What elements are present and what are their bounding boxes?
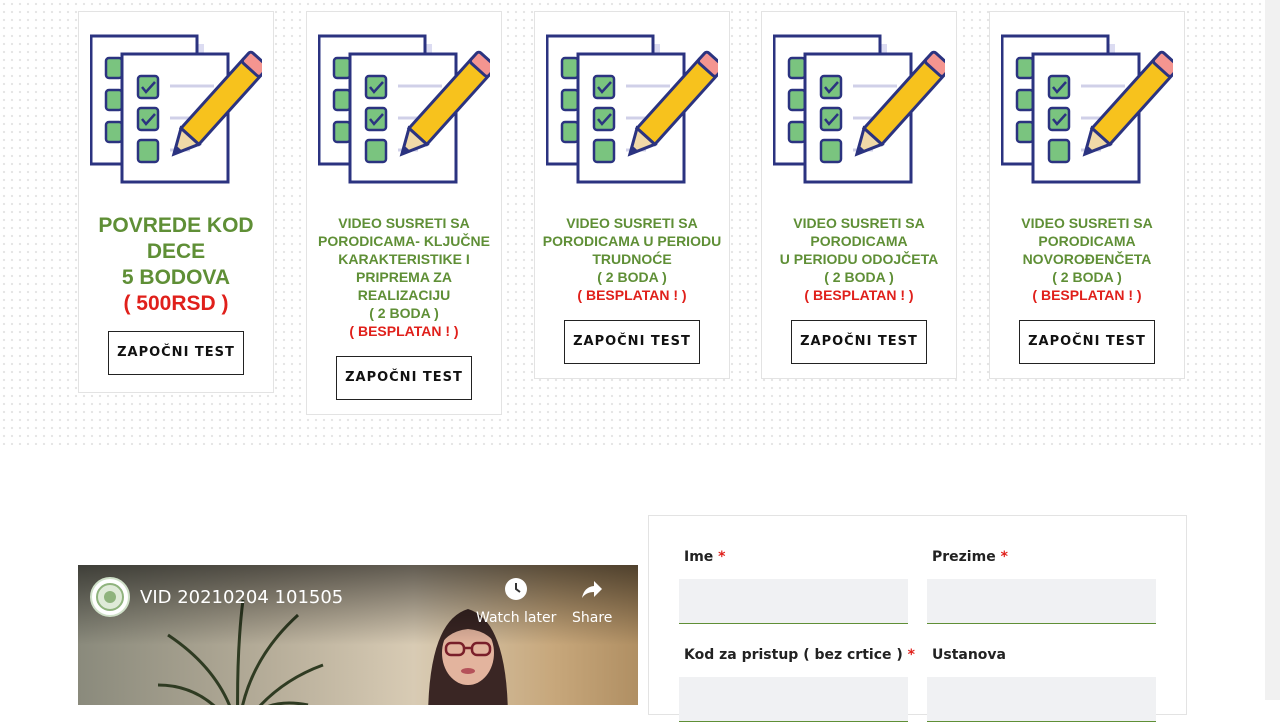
access-code-label-text: Kod za pristup ( bez crtice ) [684, 647, 903, 663]
last-name-input[interactable] [927, 579, 1156, 624]
start-test-button[interactable]: ZAPOČNI TEST [108, 331, 244, 375]
card-title-line: ( 2 BODA ) [369, 305, 439, 321]
registration-form: Ime * Prezime * Kod za pristup ( bez crt… [648, 515, 1187, 722]
card-title-line: PORODICAMA [810, 233, 908, 249]
share-arrow-icon [582, 581, 603, 598]
card-title-line: DECE [146, 240, 206, 263]
card-title-line: ( 2 BODA ) [597, 269, 667, 285]
card-title-line: PORODICAMA [1038, 233, 1136, 249]
first-name-label-text: Ime [684, 549, 714, 565]
test-card-1: POVREDE KOD DECE 5 BODOVA ( 500RSD ) ZAP… [78, 11, 274, 393]
start-test-button[interactable]: ZAPOČNI TEST [336, 356, 472, 400]
watch-later-button[interactable]: Watch later [476, 577, 556, 626]
card-price: ( BESPLATAN ! ) [1032, 287, 1142, 303]
test-card-4: VIDEO SUSRETI SA PORODICAMA U PERIODU OD… [761, 11, 957, 379]
card-price: ( BESPLATAN ! ) [577, 287, 687, 303]
institution-label: Ustanova [932, 647, 1006, 663]
start-test-button[interactable]: ZAPOČNI TEST [564, 320, 700, 364]
required-mark: * [907, 647, 915, 663]
required-mark: * [1000, 549, 1008, 565]
card-title-line: 5 BODOVA [121, 266, 231, 289]
checklist-pencil-icon [546, 34, 718, 184]
clock-icon [505, 578, 528, 600]
card-title-line: KARAKTERISTIKE I [338, 251, 470, 267]
card-title-line: U PERIODU ODOJČETA [779, 251, 939, 267]
card-price: ( BESPLATAN ! ) [804, 287, 914, 303]
share-button[interactable]: Share [572, 577, 612, 626]
checklist-pencil-icon [90, 34, 262, 184]
access-code-label: Kod za pristup ( bez crtice ) * [684, 647, 915, 663]
last-name-label: Prezime * [932, 549, 1008, 565]
card-title-line: VIDEO SUSRETI SA [793, 215, 925, 231]
card-price: ( BESPLATAN ! ) [349, 323, 459, 339]
test-card-5: VIDEO SUSRETI SA PORODICAMA NOVOROĐENČET… [989, 11, 1185, 379]
share-label: Share [572, 610, 613, 626]
card-title-line: ( 2 BODA ) [824, 269, 894, 285]
card-title-line: VIDEO SUSRETI SA [1021, 215, 1153, 231]
card-title-line: VIDEO SUSRETI SA [338, 215, 470, 231]
video-title[interactable]: VID 20210204 101505 [140, 587, 343, 608]
checklist-pencil-icon [773, 34, 945, 184]
channel-logo-icon[interactable] [90, 577, 130, 617]
card-title-line: TRUDNOĆE [592, 251, 672, 267]
checklist-pencil-icon [318, 34, 490, 184]
test-card-2: VIDEO SUSRETI SA PORODICAMA- KLJUČNE KAR… [306, 11, 502, 415]
test-card-3: VIDEO SUSRETI SA PORODICAMA U PERIODU TR… [534, 11, 730, 379]
page-scrollbar[interactable] [1265, 0, 1280, 700]
institution-label-text: Ustanova [932, 647, 1006, 663]
card-title-line: NOVOROĐENČETA [1022, 251, 1152, 267]
card-title-line: PRIPREMA ZA [356, 269, 452, 285]
start-test-button[interactable]: ZAPOČNI TEST [1019, 320, 1155, 364]
checklist-pencil-icon [1001, 34, 1173, 184]
video-player[interactable]: VID 20210204 101505 Watch later Share [78, 565, 638, 705]
required-mark: * [718, 549, 726, 565]
first-name-label: Ime * [684, 549, 726, 565]
last-name-label-text: Prezime [932, 549, 996, 565]
start-test-button[interactable]: ZAPOČNI TEST [791, 320, 927, 364]
first-name-input[interactable] [679, 579, 908, 624]
card-title-line: PORODICAMA U PERIODU [542, 233, 722, 249]
card-price: ( 500RSD ) [123, 292, 229, 315]
card-title-line: POVREDE KOD [98, 214, 254, 237]
watch-later-label: Watch later [476, 610, 557, 626]
card-title-line: ( 2 BODA ) [1052, 269, 1122, 285]
card-title-line: PORODICAMA- KLJUČNE [318, 233, 490, 249]
card-title-line: VIDEO SUSRETI SA [566, 215, 698, 231]
card-title-line: REALIZACIJU [357, 287, 451, 303]
